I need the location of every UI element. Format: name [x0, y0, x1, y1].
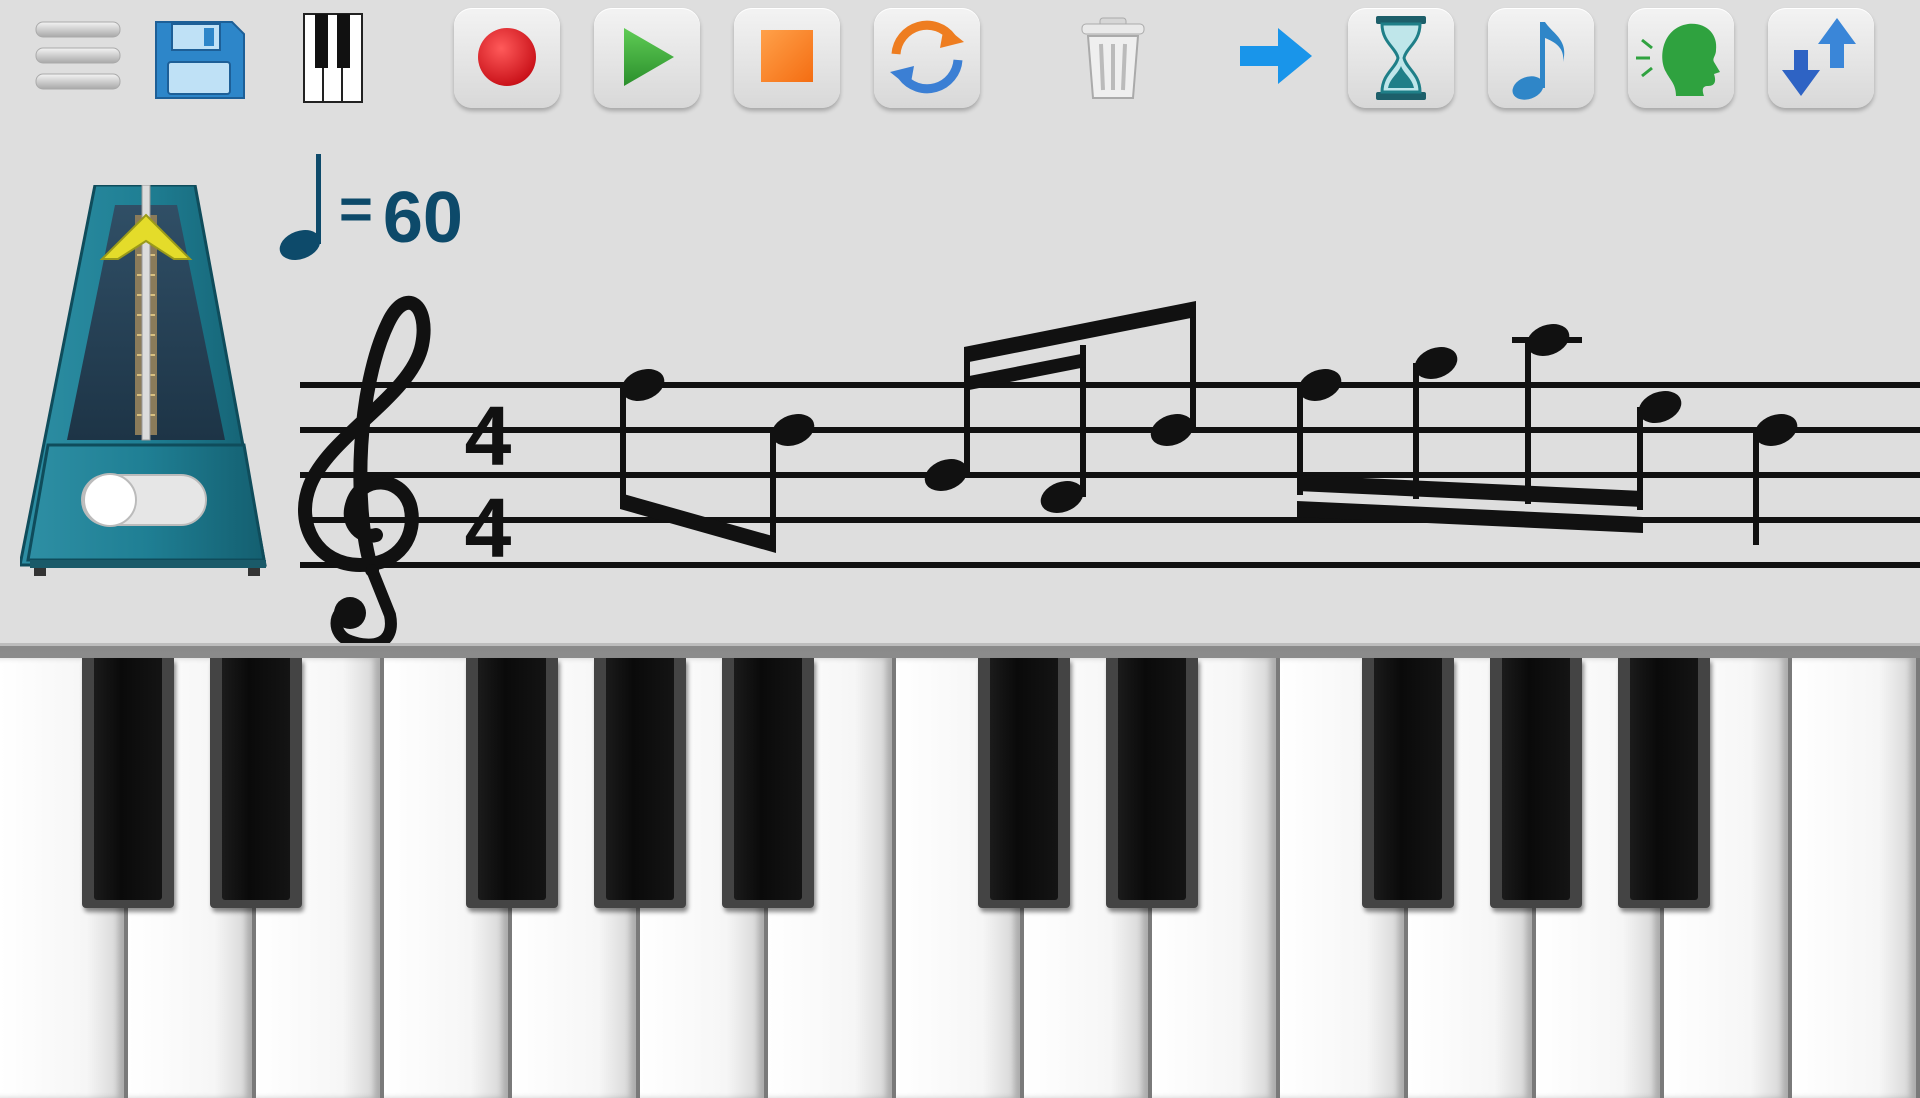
black-key[interactable] [82, 658, 174, 908]
music-note-icon [1512, 22, 1565, 100]
play-button[interactable] [594, 8, 700, 108]
black-key-face [990, 658, 1058, 900]
note-stem [1753, 430, 1759, 545]
voice-button[interactable] [1628, 8, 1734, 108]
arrow-right-icon[interactable] [1222, 8, 1328, 108]
note-stem [770, 430, 776, 550]
black-key-face [478, 658, 546, 900]
note-stem [620, 385, 626, 505]
voice-head-icon [1636, 23, 1720, 97]
save-icon[interactable] [148, 8, 254, 108]
tempo-marking[interactable]: = 60 [275, 150, 463, 265]
record-icon [478, 28, 536, 86]
note-stem [1190, 303, 1196, 430]
tempo-bpm[interactable]: 60 [383, 177, 463, 259]
black-key-face [1502, 658, 1570, 900]
note-stem [1413, 363, 1419, 499]
beam [1297, 475, 1643, 507]
black-key[interactable] [594, 658, 686, 908]
loop-icon [890, 20, 964, 94]
black-key-face [94, 658, 162, 900]
time-signature: 4 4 [465, 389, 512, 575]
note-stem [1525, 340, 1531, 504]
time-signature-top: 4 [465, 389, 512, 483]
black-key-face [1118, 658, 1186, 900]
transpose-arrows-icon [1782, 18, 1856, 96]
quarter-note-icon [279, 154, 321, 260]
time-signature-bottom: 4 [465, 481, 512, 575]
record-button[interactable] [454, 8, 560, 108]
black-key[interactable] [1490, 658, 1582, 908]
play-icon [624, 28, 674, 86]
black-key-face [606, 658, 674, 900]
black-key-face [222, 658, 290, 900]
trash-icon[interactable] [1060, 8, 1166, 108]
tempo-equals: = [339, 177, 373, 242]
hourglass-button[interactable] [1348, 8, 1454, 108]
note-group[interactable] [920, 301, 1198, 519]
black-key[interactable] [210, 658, 302, 908]
note-stem [964, 349, 970, 475]
black-key-face [1374, 658, 1442, 900]
piano-keys-icon[interactable] [280, 8, 386, 108]
black-key[interactable] [978, 658, 1070, 908]
piano-keyboard [0, 643, 1920, 1098]
black-key[interactable] [722, 658, 814, 908]
beam [1297, 501, 1643, 533]
white-key[interactable] [1792, 658, 1920, 1098]
menu-icon[interactable] [28, 8, 134, 108]
note-group[interactable] [617, 363, 819, 553]
black-key-face [734, 658, 802, 900]
black-key-face [1630, 658, 1698, 900]
transpose-button[interactable] [1768, 8, 1874, 108]
toolbar [0, 0, 1920, 120]
black-key[interactable] [1106, 658, 1198, 908]
note-group[interactable] [1294, 318, 1686, 533]
stop-button[interactable] [734, 8, 840, 108]
stop-icon [761, 30, 813, 82]
black-key[interactable] [466, 658, 558, 908]
hourglass-icon [1376, 16, 1426, 100]
loop-button[interactable] [874, 8, 980, 108]
black-key[interactable] [1362, 658, 1454, 908]
music-staff[interactable]: 4 4 [0, 285, 1920, 651]
black-key[interactable] [1618, 658, 1710, 908]
note-button[interactable] [1488, 8, 1594, 108]
